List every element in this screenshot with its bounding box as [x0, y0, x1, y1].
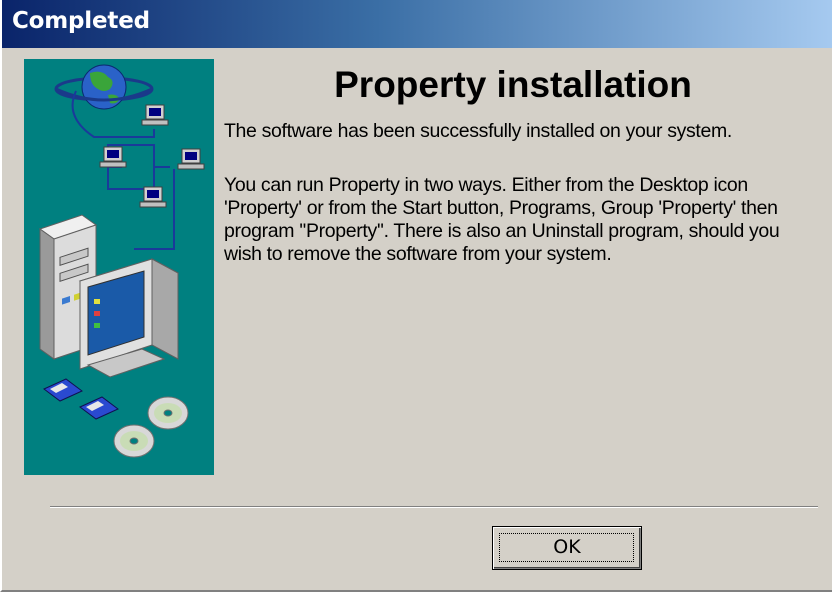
- monitor-icon: [78, 258, 180, 378]
- globe-icon: [54, 64, 154, 110]
- cd-disc-icon: [147, 396, 189, 430]
- separator-line: [50, 506, 818, 508]
- network-computer-icon: [99, 146, 127, 168]
- network-computer-icon: [141, 104, 169, 126]
- setup-illustration: [24, 59, 214, 475]
- page-title: Property installation: [334, 64, 692, 105]
- floppy-disk-icon: [43, 378, 83, 402]
- ok-button-label: OK: [553, 536, 581, 558]
- network-computer-icon: [177, 148, 205, 170]
- ok-button[interactable]: OK: [492, 526, 642, 570]
- instructions-text: You can run Property in two ways. Either…: [224, 174, 780, 265]
- network-computer-icon: [139, 186, 167, 208]
- window-title: Completed: [12, 8, 150, 34]
- floppy-disk-icon: [79, 396, 119, 420]
- title-bar[interactable]: Completed: [2, 0, 832, 48]
- success-message: The software has been successfully insta…: [224, 120, 732, 142]
- installer-dialog: Completed Property installation The soft…: [0, 0, 832, 592]
- cd-disc-icon: [113, 424, 155, 458]
